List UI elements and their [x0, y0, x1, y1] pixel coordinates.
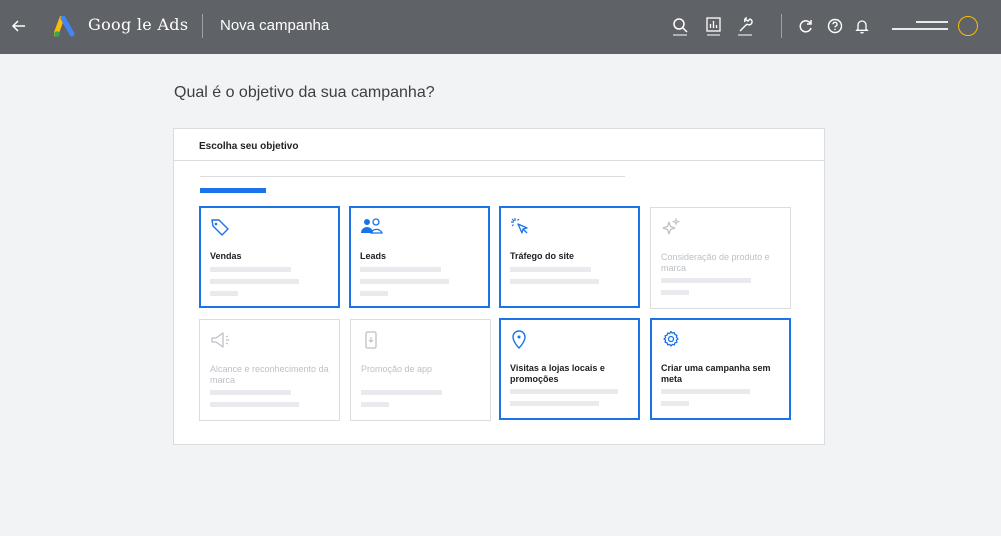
settings-gear-icon: [660, 328, 682, 350]
search-icon[interactable]: [669, 15, 691, 37]
placeholder-line: [360, 291, 388, 296]
panel-header: Escolha seu objetivo: [174, 129, 824, 161]
placeholder-line: [210, 279, 299, 284]
account-name-line: [916, 21, 948, 23]
placeholder-line: [210, 402, 299, 407]
progress-track: [200, 176, 625, 177]
tools-wrench-icon[interactable]: [735, 15, 757, 37]
people-icon: [359, 216, 383, 238]
tools-divider: [781, 14, 782, 38]
phone-download-icon: [360, 329, 382, 351]
location-pin-icon: [509, 328, 531, 350]
card-label: Visitas a lojas locais e promoções: [510, 363, 605, 384]
objective-card-vendas[interactable]: Vendas: [199, 206, 340, 308]
objective-panel: Escolha seu objetivo Vendas Leads Tráfeg…: [173, 128, 825, 445]
placeholder-line: [360, 267, 441, 272]
cursor-click-icon: [509, 216, 531, 238]
placeholder-line: [510, 401, 599, 406]
card-label: Tráfego do site: [510, 251, 575, 261]
placeholder-line: [361, 390, 442, 395]
tag-icon: [209, 216, 231, 238]
refresh-icon[interactable]: [795, 15, 817, 37]
top-app-bar: Goog le Ads Nova campanha: [0, 0, 1001, 54]
objective-card-trafego[interactable]: Tráfego do site: [499, 206, 640, 308]
card-label: Criar uma campanha sem meta: [661, 363, 771, 384]
back-arrow-icon[interactable]: [8, 15, 30, 37]
placeholder-line: [360, 279, 449, 284]
objective-card-leads[interactable]: Leads: [349, 206, 490, 308]
objective-card-app: Promoção de app: [350, 319, 491, 421]
objective-card-visitas-lojas[interactable]: Visitas a lojas locais e promoções: [499, 318, 640, 420]
placeholder-line: [510, 389, 618, 394]
progress-indicator: [200, 188, 266, 193]
card-label: Promoção de app: [361, 364, 433, 374]
card-label: Vendas: [210, 251, 242, 261]
card-label: Consideração de produto e marca: [661, 252, 770, 273]
objective-question: Qual é o objetivo da sua campanha?: [174, 84, 435, 101]
megaphone-icon: [209, 329, 231, 351]
notifications-bell-icon[interactable]: [851, 15, 873, 37]
account-avatar[interactable]: [958, 16, 978, 36]
placeholder-line: [661, 278, 751, 283]
placeholder-line: [361, 402, 389, 407]
card-label: Leads: [360, 251, 387, 261]
page-title: Nova campanha: [220, 17, 330, 34]
placeholder-line: [210, 291, 238, 296]
objective-card-alcance: Alcance e reconhecimento da marca: [199, 319, 340, 421]
placeholder-line: [510, 279, 599, 284]
objective-card-consideracao: Consideração de produto e marca: [650, 207, 791, 309]
placeholder-line: [661, 401, 689, 406]
placeholder-line: [210, 390, 291, 395]
objective-card-sem-meta[interactable]: Criar uma campanha sem meta: [650, 318, 791, 420]
help-icon[interactable]: [824, 15, 846, 37]
placeholder-line: [210, 267, 291, 272]
placeholder-line: [510, 267, 591, 272]
placeholder-line: [661, 290, 689, 295]
reports-icon[interactable]: [703, 15, 725, 37]
card-label: Alcance e reconhecimento da marca: [210, 364, 329, 385]
title-divider: [202, 14, 203, 38]
google-ads-logo[interactable]: [53, 15, 78, 38]
sparkle-icon: [660, 217, 682, 239]
brand-name[interactable]: Goog le Ads: [88, 15, 188, 34]
placeholder-line: [661, 389, 750, 394]
account-id-line: [892, 28, 948, 30]
panel-title: Escolha seu objetivo: [199, 141, 299, 152]
